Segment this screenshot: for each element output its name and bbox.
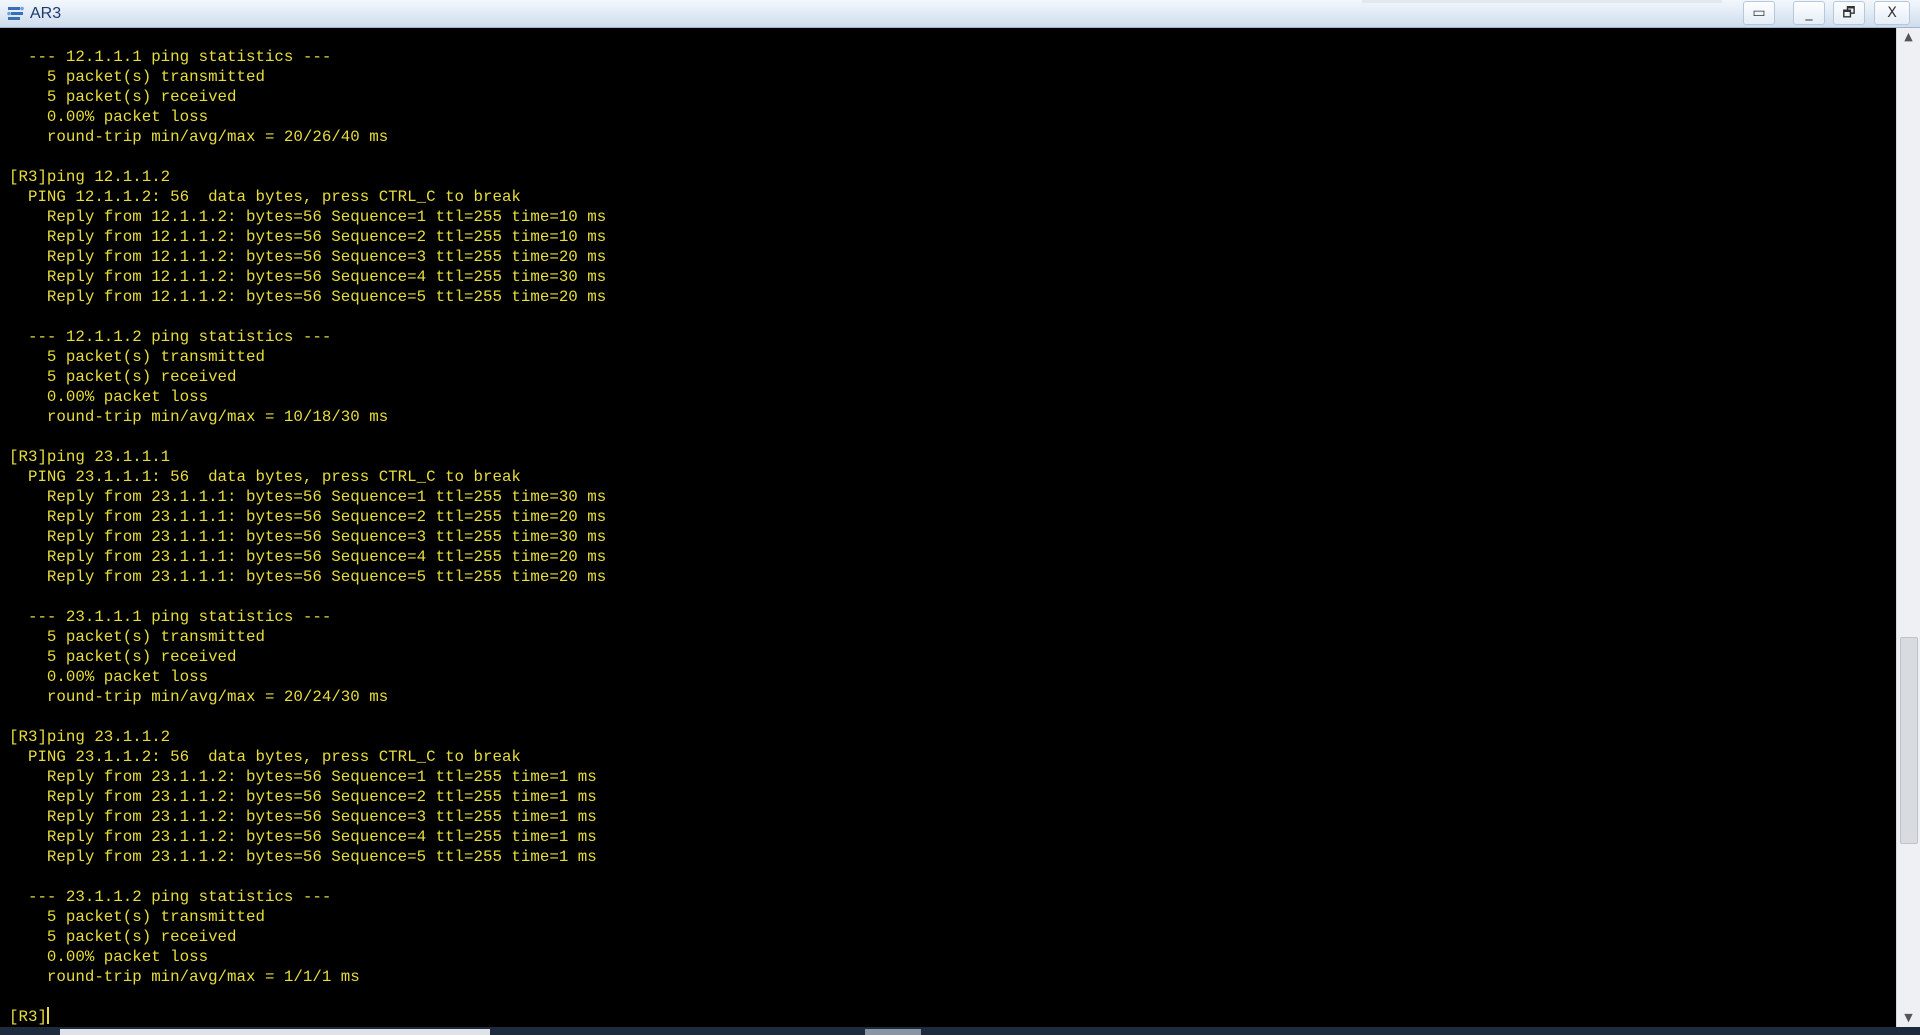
terminal-line: 5 packet(s) transmitted <box>9 628 265 646</box>
terminal-line: round-trip min/avg/max = 10/18/30 ms <box>9 408 389 426</box>
terminal-line: Reply from 12.1.1.2: bytes=56 Sequence=1… <box>9 208 607 226</box>
terminal-line: round-trip min/avg/max = 20/26/40 ms <box>9 128 389 146</box>
title-bar-decoration <box>1362 0 1722 3</box>
terminal-line: Reply from 12.1.1.2: bytes=56 Sequence=4… <box>9 268 607 286</box>
terminal-line: Reply from 23.1.1.1: bytes=56 Sequence=2… <box>9 508 607 526</box>
close-button[interactable]: X <box>1874 1 1910 25</box>
vertical-scrollbar[interactable]: ▲ ▼ <box>1896 28 1920 1027</box>
terminal-line: Reply from 12.1.1.2: bytes=56 Sequence=5… <box>9 288 607 306</box>
terminal-output: --- 12.1.1.1 ping statistics --- 5 packe… <box>9 47 606 1027</box>
scroll-up-arrow-icon[interactable]: ▲ <box>1897 28 1920 46</box>
terminal-line: 5 packet(s) transmitted <box>9 908 265 926</box>
terminal-line: Reply from 23.1.1.1: bytes=56 Sequence=4… <box>9 548 607 566</box>
terminal-line: PING 23.1.1.1: 56 data bytes, press CTRL… <box>9 468 521 486</box>
taskbar-item <box>865 1029 921 1035</box>
keyboard-icon[interactable]: ▭ <box>1743 1 1775 25</box>
terminal-line: Reply from 23.1.1.1: bytes=56 Sequence=1… <box>9 488 607 506</box>
terminal-line: [R3]ping 23.1.1.2 <box>9 728 171 746</box>
terminal-line: Reply from 23.1.1.1: bytes=56 Sequence=3… <box>9 528 607 546</box>
terminal-line: Reply from 23.1.1.2: bytes=56 Sequence=5… <box>9 848 597 866</box>
terminal-window: AR3 ▭ _ 🗗 X --- 12.1.1.1 ping statistics… <box>0 0 1920 1035</box>
text-cursor <box>46 1007 49 1024</box>
app-icon <box>7 6 24 20</box>
terminal-line: Reply from 23.1.1.1: bytes=56 Sequence=5… <box>9 568 607 586</box>
terminal-line: 5 packet(s) received <box>9 648 237 666</box>
terminal-line: --- 12.1.1.2 ping statistics --- <box>9 328 332 346</box>
terminal-line: 0.00% packet loss <box>9 388 209 406</box>
terminal-line: [R3]ping 23.1.1.1 <box>9 448 171 466</box>
terminal-console[interactable]: --- 12.1.1.1 ping statistics --- 5 packe… <box>0 28 1896 1027</box>
taskbar-item <box>60 1029 490 1035</box>
terminal-line: Reply from 23.1.1.2: bytes=56 Sequence=3… <box>9 808 597 826</box>
terminal-line: PING 12.1.1.2: 56 data bytes, press CTRL… <box>9 188 521 206</box>
command-prompt[interactable]: [R3] <box>9 1007 606 1027</box>
terminal-line: round-trip min/avg/max = 20/24/30 ms <box>9 688 389 706</box>
terminal-line: 0.00% packet loss <box>9 948 209 966</box>
terminal-line: --- 12.1.1.1 ping statistics --- <box>9 48 332 66</box>
terminal-line: PING 23.1.1.2: 56 data bytes, press CTRL… <box>9 748 521 766</box>
terminal-line: [R3]ping 12.1.1.2 <box>9 168 171 186</box>
terminal-line: 5 packet(s) received <box>9 928 237 946</box>
terminal-line: 0.00% packet loss <box>9 108 209 126</box>
title-bar[interactable]: AR3 ▭ _ 🗗 X <box>0 0 1920 28</box>
terminal-line: 5 packet(s) received <box>9 368 237 386</box>
taskbar-edge <box>0 1027 1920 1035</box>
terminal-line: 5 packet(s) transmitted <box>9 348 265 366</box>
terminal-line: 5 packet(s) received <box>9 88 237 106</box>
window-title: AR3 <box>30 5 62 22</box>
terminal-line: Reply from 23.1.1.2: bytes=56 Sequence=2… <box>9 788 597 806</box>
terminal-line: Reply from 23.1.1.2: bytes=56 Sequence=4… <box>9 828 597 846</box>
terminal-line: --- 23.1.1.2 ping statistics --- <box>9 888 332 906</box>
terminal-line: 5 packet(s) transmitted <box>9 68 265 86</box>
minimize-button[interactable]: _ <box>1793 1 1825 25</box>
scroll-down-arrow-icon[interactable]: ▼ <box>1897 1009 1920 1027</box>
terminal-line: Reply from 12.1.1.2: bytes=56 Sequence=2… <box>9 228 607 246</box>
terminal-line: --- 23.1.1.1 ping statistics --- <box>9 608 332 626</box>
restore-button[interactable]: 🗗 <box>1833 1 1865 25</box>
terminal-line: Reply from 12.1.1.2: bytes=56 Sequence=3… <box>9 248 607 266</box>
terminal-line: 0.00% packet loss <box>9 668 209 686</box>
terminal-line: Reply from 23.1.1.2: bytes=56 Sequence=1… <box>9 768 597 786</box>
scroll-thumb[interactable] <box>1900 637 1918 845</box>
terminal-line: round-trip min/avg/max = 1/1/1 ms <box>9 968 360 986</box>
prompt-text: [R3] <box>9 1008 47 1026</box>
